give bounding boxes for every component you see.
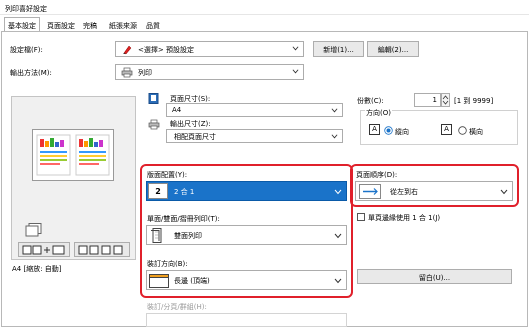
chevron-down-icon [500, 189, 508, 195]
left-to-right-icon [359, 184, 381, 199]
landscape-radio[interactable] [458, 126, 467, 135]
tab-label: 完稿 [83, 22, 97, 30]
page-layout-label: 版面配置(Y): [147, 171, 188, 179]
tab-finishing[interactable]: 完稿 [80, 18, 100, 32]
page-layout-select[interactable]: 2 2 合 1 [146, 181, 347, 201]
page-size-value: A4 [172, 106, 182, 114]
chevron-down-icon [334, 189, 342, 195]
tab-label: 品質 [146, 22, 160, 30]
copies-input[interactable]: 1 [414, 93, 441, 107]
n-up-checkbox-label: 單頁邊緣使用 1 合 1(J) [368, 214, 441, 222]
duplex-select[interactable]: 雙面列印 [146, 225, 347, 245]
duplex-book-icon [22, 245, 65, 255]
page-size-icon [148, 93, 159, 104]
tab-label: 紙張來源 [109, 22, 137, 30]
chevron-down-icon [292, 69, 299, 74]
chevron-down-icon [292, 46, 299, 51]
edit-profile-button[interactable]: 編輯(2)... [367, 41, 419, 57]
copies-range: [1 到 9999] [454, 97, 494, 105]
finishing-select[interactable] [146, 313, 347, 327]
copies-value: 1 [432, 96, 437, 104]
duplex-value: 雙面列印 [174, 232, 202, 240]
n-up-checkbox[interactable] [357, 213, 365, 221]
page-order-label: 頁面順序(D): [356, 171, 398, 179]
portrait-radio[interactable] [384, 126, 393, 135]
tab-quality[interactable]: 品質 [143, 18, 163, 32]
output-method-label: 輸出方法(M): [10, 69, 52, 77]
chevron-down-icon [334, 278, 342, 284]
output-method-value: 列印 [138, 69, 152, 77]
copies-stack-icon [25, 223, 42, 237]
profile-label: 設定檔(F): [10, 46, 43, 54]
duplex-preview-button[interactable] [18, 242, 70, 257]
landscape-label: 橫向 [469, 128, 483, 136]
page-order-select[interactable]: 從左到右 [355, 181, 513, 201]
finishing-label: 裝訂/分頁/群組(H): [147, 303, 207, 311]
preview-caption: A4 [縮放: 自動] [12, 265, 62, 273]
output-size-printer-icon [148, 119, 160, 130]
portrait-icon: A [369, 124, 380, 135]
tab-paper-source[interactable]: 紙張來源 [106, 18, 140, 32]
chevron-down-icon [334, 233, 342, 239]
tab-label: 頁面設定 [47, 22, 75, 30]
output-method-select[interactable]: 列印 [115, 64, 304, 80]
pencil-icon [123, 45, 132, 55]
orientation-label: 方向(O) [365, 108, 392, 118]
copies-label: 份數(C): [357, 97, 384, 105]
staple-pages-icon [78, 245, 123, 255]
output-size-select[interactable]: 相配頁面尺寸 [166, 129, 343, 143]
new-profile-button[interactable]: 新增(1)... [313, 41, 364, 57]
margin-button[interactable]: 留白(U)... [357, 269, 512, 284]
output-size-value: 相配頁面尺寸 [174, 133, 216, 141]
print-preview [11, 96, 136, 260]
binding-select[interactable]: 長邊 (頂端) [146, 270, 347, 290]
copies-spinner[interactable] [441, 93, 450, 107]
printer-icon [121, 67, 133, 78]
portrait-label: 縱向 [395, 128, 409, 136]
duplex-print-icon [151, 228, 162, 243]
landscape-icon: A [441, 124, 452, 135]
binding-label: 裝訂方向(B): [147, 260, 188, 268]
binding-value: 長邊 (頂端) [174, 277, 210, 285]
preview-pages-icon [32, 129, 114, 181]
chevron-down-icon [331, 134, 338, 139]
long-edge-top-icon [149, 274, 169, 288]
page-layout-badge: 2 [148, 183, 168, 199]
spinner-arrows-icon [442, 95, 449, 105]
profile-value: <選擇> 預設設定 [138, 46, 194, 54]
tab-bar: 基本設定 頁面設定 完稿 紙張來源 品質 [0, 17, 529, 33]
window-title: 列印喜好設定 [0, 0, 529, 15]
staple-preview-button[interactable] [74, 242, 130, 257]
tab-label: 基本設定 [8, 22, 36, 30]
page-order-value: 從左到右 [390, 188, 418, 196]
page-size-select[interactable]: A4 [166, 103, 343, 117]
page-layout-value: 2 合 1 [174, 188, 195, 196]
profile-select[interactable]: <選擇> 預設設定 [115, 41, 304, 57]
output-size-label: 輸出尺寸(Z): [170, 120, 211, 128]
chevron-down-icon [331, 108, 338, 113]
tab-page-setup[interactable]: 頁面設定 [44, 18, 78, 32]
duplex-label: 單面/雙面/摺冊列印(T): [147, 215, 220, 223]
